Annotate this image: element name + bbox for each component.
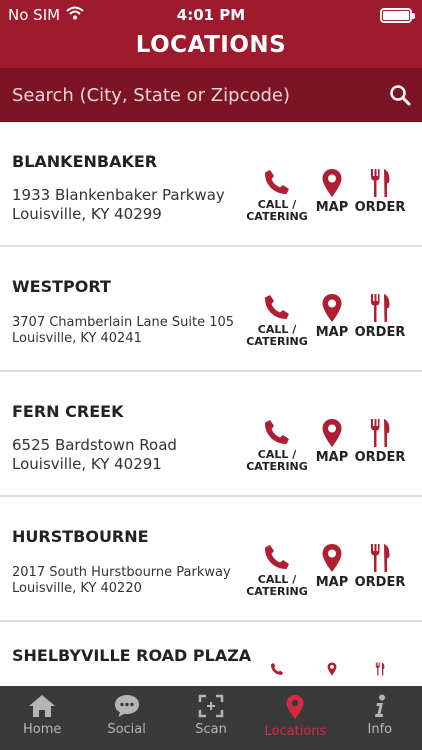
scan-icon bbox=[198, 694, 224, 718]
search-bar bbox=[0, 68, 422, 122]
info-icon bbox=[374, 694, 385, 717]
phone-icon bbox=[264, 170, 289, 194]
map-label: MAP bbox=[315, 450, 349, 465]
fork-knife-icon bbox=[371, 294, 390, 322]
address-line-1: 2017 South Hurstbourne Parkway bbox=[12, 565, 231, 580]
order-button[interactable] bbox=[357, 662, 403, 676]
search-icon[interactable] bbox=[378, 68, 422, 122]
map-button[interactable]: MAP bbox=[312, 293, 352, 339]
order-button[interactable]: ORDER bbox=[354, 168, 406, 215]
address-line-2: Louisville, KY 40291 bbox=[12, 455, 162, 473]
location-address: 1933 Blankenbaker Parkway Louisville, KY… bbox=[12, 186, 252, 224]
location-address: 6525 Bardstown Road Louisville, KY 40291 bbox=[12, 436, 252, 474]
map-button[interactable]: MAP bbox=[312, 168, 352, 214]
location-name: SHELBYVILLE ROAD PLAZA bbox=[12, 646, 252, 665]
order-label: ORDER bbox=[354, 450, 406, 465]
location-name: BLANKENBAKER bbox=[12, 152, 158, 171]
status-bar: No SIM 4:01 PM bbox=[0, 0, 422, 30]
catering-label: CATERING bbox=[246, 460, 308, 473]
address-line-2: Louisville, KY 40241 bbox=[12, 331, 142, 346]
map-pin-icon bbox=[322, 544, 342, 572]
tab-label: Scan bbox=[195, 722, 227, 737]
address-line-1: 3707 Chamberlain Lane Suite 105 bbox=[12, 315, 235, 330]
order-label: ORDER bbox=[354, 575, 406, 590]
order-label: ORDER bbox=[354, 325, 406, 340]
call-catering-button[interactable]: CALL / CATERING bbox=[246, 543, 308, 598]
address-line-2: Louisville, KY 40299 bbox=[12, 205, 162, 223]
call-catering-button[interactable] bbox=[252, 662, 302, 676]
order-button[interactable]: ORDER bbox=[354, 293, 406, 340]
map-label: MAP bbox=[315, 200, 349, 215]
call-catering-button[interactable]: CALL / CATERING bbox=[246, 418, 308, 473]
tab-scan[interactable]: Scan bbox=[169, 686, 253, 750]
tab-label: Home bbox=[23, 722, 62, 737]
map-pin-icon bbox=[322, 419, 342, 447]
order-button[interactable]: ORDER bbox=[354, 543, 406, 590]
status-time: 4:01 PM bbox=[176, 6, 246, 24]
tab-home[interactable]: Home bbox=[0, 686, 84, 750]
order-button[interactable]: ORDER bbox=[354, 418, 406, 465]
order-label: ORDER bbox=[354, 200, 406, 215]
fork-knife-icon bbox=[371, 169, 390, 197]
call-catering-button[interactable]: CALL / CATERING bbox=[246, 293, 308, 348]
location-row: BLANKENBAKER 1933 Blankenbaker Parkway L… bbox=[0, 122, 422, 247]
location-row: WESTPORT 3707 Chamberlain Lane Suite 105… bbox=[0, 247, 422, 372]
fork-knife-icon bbox=[375, 662, 385, 676]
location-name: FERN CREEK bbox=[12, 402, 124, 421]
phone-icon bbox=[264, 545, 289, 569]
tab-bar: Home Social Scan Locations Info bbox=[0, 686, 422, 750]
location-row: SHELBYVILLE ROAD PLAZA bbox=[0, 622, 422, 682]
location-address: 3707 Chamberlain Lane Suite 105 Louisvil… bbox=[12, 315, 252, 347]
address-line-1: 1933 Blankenbaker Parkway bbox=[12, 186, 225, 204]
map-pin-icon bbox=[322, 294, 342, 322]
address-line-2: Louisville, KY 40220 bbox=[12, 581, 142, 596]
location-name: HURSTBOURNE bbox=[12, 527, 149, 546]
map-pin-icon bbox=[322, 169, 342, 197]
map-label: MAP bbox=[315, 575, 349, 590]
tab-label: Locations bbox=[264, 724, 327, 739]
fork-knife-icon bbox=[371, 419, 390, 447]
catering-label: CATERING bbox=[246, 335, 308, 348]
tab-info[interactable]: Info bbox=[338, 686, 422, 750]
phone-icon bbox=[264, 295, 289, 319]
locations-list: BLANKENBAKER 1933 Blankenbaker Parkway L… bbox=[0, 122, 422, 686]
map-pin-icon bbox=[327, 662, 337, 676]
chat-bubble-icon bbox=[114, 695, 139, 717]
location-address: 2017 South Hurstbourne Parkway Louisvill… bbox=[12, 565, 252, 597]
catering-label: CATERING bbox=[246, 585, 308, 598]
call-catering-button[interactable]: CALL / CATERING bbox=[246, 168, 308, 223]
location-pin-icon bbox=[286, 695, 304, 719]
map-label: MAP bbox=[315, 325, 349, 340]
location-row: HURSTBOURNE 2017 South Hurstbourne Parkw… bbox=[0, 497, 422, 622]
map-button[interactable]: MAP bbox=[312, 543, 352, 589]
fork-knife-icon bbox=[371, 544, 390, 572]
tab-label: Info bbox=[367, 722, 393, 737]
location-name: WESTPORT bbox=[12, 277, 111, 296]
map-button[interactable] bbox=[312, 662, 352, 676]
address-line-1: 6525 Bardstown Road bbox=[12, 436, 177, 454]
phone-icon bbox=[270, 663, 283, 675]
tab-social[interactable]: Social bbox=[84, 686, 168, 750]
tab-locations[interactable]: Locations bbox=[253, 686, 337, 750]
catering-label: CATERING bbox=[246, 210, 308, 223]
tab-label: Social bbox=[107, 722, 146, 737]
page-title: LOCATIONS bbox=[0, 30, 422, 68]
search-input[interactable] bbox=[0, 68, 378, 122]
location-row: FERN CREEK 6525 Bardstown Road Louisvill… bbox=[0, 372, 422, 497]
battery-icon bbox=[380, 8, 415, 23]
map-button[interactable]: MAP bbox=[312, 418, 352, 464]
home-icon bbox=[29, 695, 56, 717]
phone-icon bbox=[264, 420, 289, 444]
